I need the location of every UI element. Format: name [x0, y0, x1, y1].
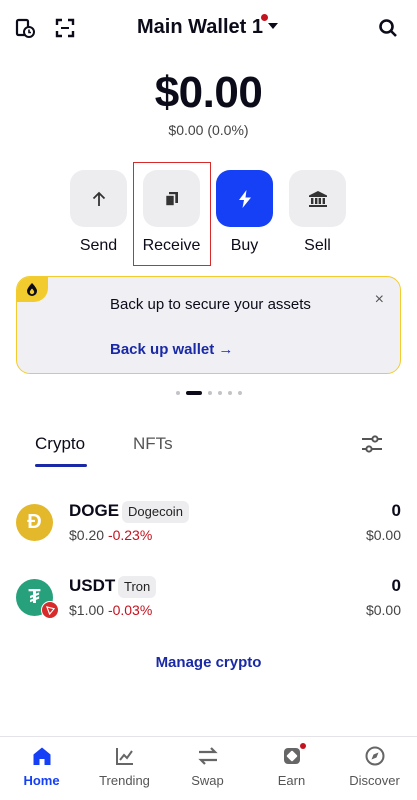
sell-button[interactable]: Sell	[289, 170, 346, 255]
asset-symbol: USDT	[69, 576, 116, 595]
header: Main Wallet 1	[0, 0, 417, 58]
buy-button[interactable]: Buy	[216, 170, 273, 255]
nav-earn[interactable]: Earn	[250, 743, 333, 788]
bottom-nav: Home Trending Swap Earn Discover	[0, 736, 417, 800]
asset-row-usdt[interactable]: ₮ USDT Tron $1.00 -0.03% 0 $0.00	[16, 574, 401, 622]
sell-button-tile[interactable]	[289, 170, 346, 227]
send-button[interactable]: Send	[70, 170, 127, 255]
asset-price: $0.20 -0.23%	[69, 527, 152, 543]
nav-home-label: Home	[23, 773, 60, 788]
close-icon[interactable]: ×	[375, 291, 384, 309]
nav-trending[interactable]: Trending	[83, 745, 166, 788]
tab-nfts[interactable]: NFTs	[133, 434, 173, 454]
manage-crypto-link[interactable]: Manage crypto	[0, 654, 417, 671]
notification-dot	[260, 14, 268, 21]
wallet-name: Main Wallet 1	[137, 16, 263, 38]
balance-change: $0.00 (0.0%)	[168, 122, 249, 138]
nav-earn-label: Earn	[277, 773, 306, 788]
nav-discover-label: Discover	[349, 773, 400, 788]
search-icon[interactable]	[377, 17, 399, 39]
lightning-icon	[238, 189, 251, 208]
filter-icon[interactable]	[361, 434, 383, 454]
backup-message: Back up to secure your assets	[110, 296, 311, 313]
asset-price-value: $1.00	[69, 602, 105, 618]
arrow-up-icon	[92, 191, 105, 206]
asset-quantity: 0	[391, 501, 401, 520]
carousel-pager	[0, 391, 417, 395]
home-icon	[30, 745, 54, 767]
bank-icon	[308, 190, 327, 207]
asset-network-tag: Dogecoin	[122, 501, 189, 523]
active-tab-indicator	[35, 464, 87, 467]
backup-card: Back up to secure your assets Back up wa…	[16, 276, 401, 374]
pager-dot[interactable]	[227, 391, 232, 395]
asset-price: $1.00 -0.03%	[69, 602, 152, 618]
pager-dot[interactable]	[217, 391, 222, 395]
send-button-tile[interactable]	[70, 170, 127, 227]
buy-label: Buy	[230, 237, 259, 254]
asset-quantity: 0	[391, 576, 401, 595]
nav-discover[interactable]: Discover	[333, 745, 416, 788]
asset-symbol: DOGE	[69, 501, 120, 520]
nav-swap[interactable]: Swap	[166, 745, 249, 788]
warning-icon	[17, 277, 48, 302]
sell-label: Sell	[304, 237, 331, 254]
nav-trending-label: Trending	[99, 773, 150, 788]
nav-swap-label: Swap	[191, 773, 224, 788]
earn-notification-dot	[299, 743, 306, 749]
asset-fiat-value: $0.00	[365, 602, 401, 618]
asset-price-value: $0.20	[69, 527, 105, 543]
trending-icon	[113, 745, 137, 767]
asset-fiat-value: $0.00	[365, 527, 401, 543]
wallet-selector[interactable]: Main Wallet 1	[0, 14, 417, 39]
asset-change: -0.23%	[107, 527, 153, 543]
discover-icon	[363, 745, 387, 767]
earn-icon	[280, 743, 306, 767]
pager-dot[interactable]	[207, 391, 212, 395]
chevron-down-icon	[267, 23, 278, 29]
swap-icon	[196, 745, 220, 767]
tron-network-icon	[41, 601, 59, 619]
backup-wallet-link[interactable]: Back up wallet →	[110, 341, 233, 358]
asset-change: -0.03%	[107, 602, 153, 618]
pager-dot[interactable]	[237, 391, 242, 395]
nav-home[interactable]: Home	[0, 745, 83, 788]
receive-highlight-box	[133, 162, 211, 266]
total-balance: $0.00	[154, 68, 263, 117]
pager-dot[interactable]	[175, 391, 180, 395]
pager-dot-active[interactable]	[185, 391, 202, 395]
asset-network-tag: Tron	[118, 576, 157, 598]
asset-row-doge[interactable]: Ð DOGE Dogecoin $0.20 -0.23% 0 $0.00	[16, 499, 401, 547]
tab-crypto[interactable]: Crypto	[35, 434, 85, 454]
send-label: Send	[79, 237, 118, 254]
buy-button-tile[interactable]	[216, 170, 273, 227]
doge-coin-icon: Ð	[16, 504, 53, 541]
